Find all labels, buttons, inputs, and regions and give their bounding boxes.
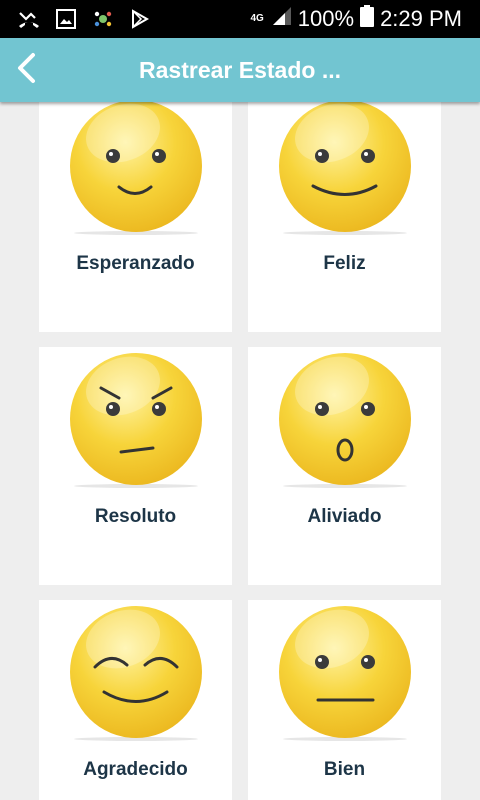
back-button[interactable] [0, 38, 52, 102]
neutral-face-icon [279, 606, 411, 741]
mood-label: Agradecido [83, 759, 188, 780]
signal-icon [272, 6, 292, 32]
app-bar: Rastrear Estado ... [0, 38, 480, 102]
app-notification-icon [92, 8, 114, 30]
determined-face-icon [70, 353, 202, 488]
relieved-face-icon [279, 353, 411, 488]
page-title: Rastrear Estado ... [139, 56, 341, 83]
mood-label: Esperanzado [76, 253, 195, 274]
gallery-icon [56, 9, 76, 29]
mood-grid: Esperanzado Feliz Resoluto Aliviado Agra… [0, 102, 480, 800]
mood-card-aliviado[interactable]: Aliviado [248, 347, 441, 585]
mood-card-esperanzado[interactable]: Esperanzado [39, 102, 232, 332]
mood-label: Bien [323, 759, 366, 780]
mood-card-resoluto[interactable]: Resoluto [39, 347, 232, 585]
happy-face-icon [279, 102, 411, 235]
mood-card-feliz[interactable]: Feliz [248, 102, 441, 332]
network-type: 4G [250, 13, 264, 24]
mood-label: Aliviado [307, 506, 382, 527]
mood-label: Feliz [323, 253, 366, 274]
mood-label: Resoluto [94, 506, 177, 527]
mood-card-bien[interactable]: Bien [248, 600, 441, 800]
smile-face-icon [70, 102, 202, 235]
status-bar: 4G 100% 2:29 PM [0, 0, 480, 38]
battery-percent: 100% [297, 6, 355, 31]
mood-card-agradecido[interactable]: Agradecido [39, 600, 232, 800]
missed-call-icon [18, 9, 40, 29]
play-store-icon [130, 9, 150, 29]
chevron-left-icon [15, 52, 37, 89]
clock: 2:29 PM [380, 6, 462, 31]
battery-icon [360, 5, 375, 33]
grateful-face-icon [70, 606, 202, 741]
